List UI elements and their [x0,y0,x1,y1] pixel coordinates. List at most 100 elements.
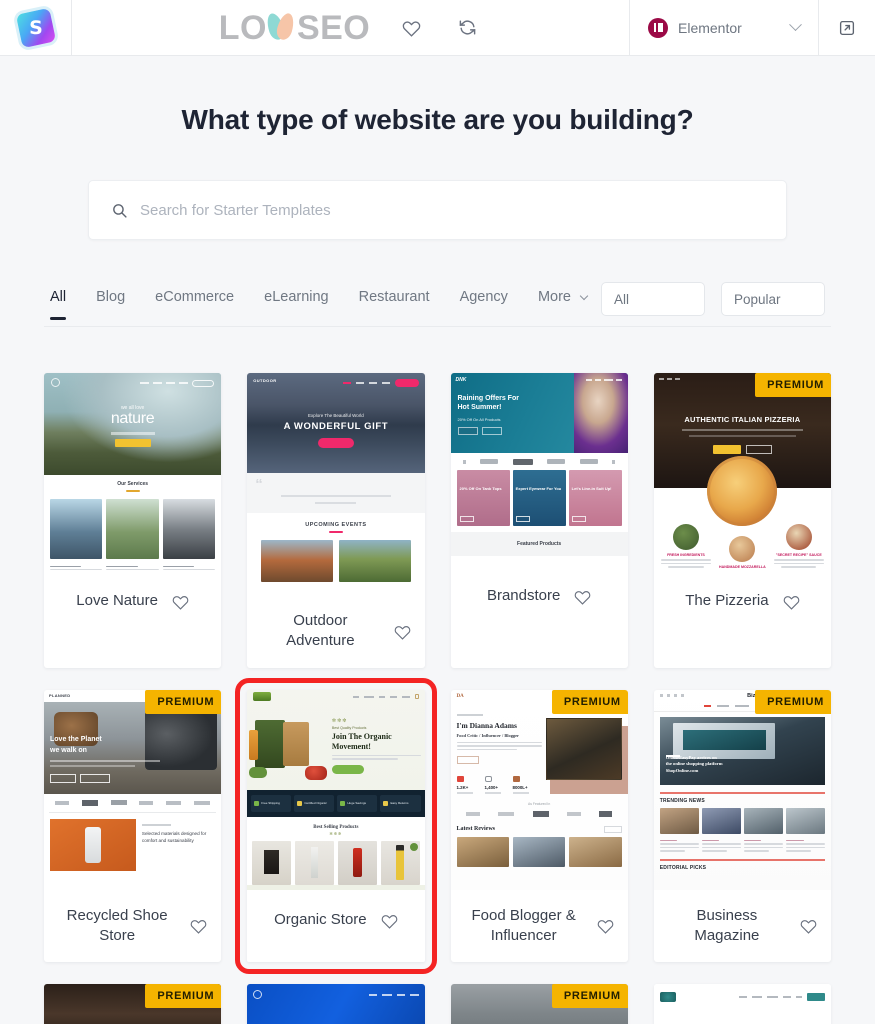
template-card-footer: Food Blogger & Influencer [451,890,628,963]
thumb-text: Best Selling Products [313,824,359,830]
app-logo-letter: S [28,16,43,38]
page-title: What type of website are you building? [181,104,694,135]
template-thumbnail: DA I'm Dianna Adams Food Critic / Influe… [450,689,628,890]
favorite-heart-icon[interactable] [597,917,614,934]
category-select-value: All [614,291,630,307]
chevron-down-icon [579,291,589,301]
filter-bar: All Blog eCommerce eLearning Restaurant … [44,282,831,327]
search-wrapper [88,180,787,240]
thumb-text: AUTHENTIC ITALIAN PIZZERIA [684,415,801,424]
thumb-text: EDITORIAL PICKS [659,864,707,871]
thumb-text: OUTDOOR [253,378,277,383]
thumb-text: Join The Organic [331,731,392,741]
favorite-heart-icon[interactable] [190,917,207,934]
thumb-text: Hot Summer! [457,403,502,411]
template-thumbnail: OUTDOOR Explore The Beautiful World A WO… [247,373,425,595]
favorite-heart-icon[interactable] [394,623,411,640]
thumb-text: ShopOnline.com [665,767,699,773]
search-input[interactable] [140,201,764,219]
thumb-text: we walk on [50,746,87,754]
thumb-text: Selected materials designed for comfort … [141,830,207,843]
thumb-text: Latest Reviews [456,826,496,832]
template-title: Brandstore [486,586,561,604]
app-logo-cell[interactable]: S [0,0,72,55]
search-box[interactable] [88,180,787,240]
thumb-text: Raining Offers For [457,395,519,402]
template-thumbnail: BizTeO [653,689,831,890]
thumb-text: we all love [120,404,145,411]
starter-templates-logo-icon: S [15,7,56,48]
category-tabs: All Blog eCommerce eLearning Restaurant … [50,289,589,320]
thumb-text: Expert Eyewear For You [515,486,562,491]
thumb-text: Featured Products [517,541,562,547]
thumb-text: HANDMADE MOZZARELLA [719,565,766,569]
favorite-heart-icon[interactable] [172,593,189,610]
template-card[interactable]: OUTDOOR Explore The Beautiful World A WO… [247,373,425,668]
brand-cell: LO SEO [72,0,629,55]
template-card[interactable]: we all love nature Our Services Love Nat… [44,373,222,668]
page-builder-label: Elementor [678,19,742,36]
template-title: Love Nature [76,591,158,609]
exit-button[interactable] [819,0,875,55]
premium-badge: PREMIUM [551,984,628,1008]
template-thumbnail [247,984,425,1024]
filter-selects: All Popular [601,282,825,326]
loyseo-petal-icon [264,10,297,45]
tab-elearning-label: eLearning [264,289,329,305]
tab-agency[interactable]: Agency [460,289,508,305]
template-grid-partial: PREMIUM PREMIUM [44,984,831,1024]
template-title: Business Magazine [694,906,760,944]
template-card[interactable]: PREMIUM BizTeO [653,689,831,963]
tab-blog[interactable]: Blog [96,289,125,305]
heart-icon[interactable] [396,13,426,43]
template-card[interactable] [247,984,425,1024]
template-card[interactable]: DNK Raining Offers For Hot Summer! 20% O… [450,373,628,668]
tab-elearning[interactable]: eLearning [264,289,329,305]
tab-agency-label: Agency [459,289,508,305]
page-builder-selector[interactable]: Elementor [629,0,819,55]
template-card[interactable] [653,984,831,1024]
template-card-footer: Outdoor Adventure [247,595,424,668]
thumb-text: Love the Planet [50,735,102,743]
template-card-selected[interactable]: ✼✼✼ Best Quality Products Join The Organ… [235,677,437,974]
thumb-text: Huge Savings [347,800,367,805]
premium-badge: PREMIUM [755,373,831,397]
thumb-text: 1,400+ [484,784,499,790]
thumb-text: Let's Line-in Suit Up! [571,486,612,491]
thumb-text: OnlineEasyPay arrives on [665,754,717,760]
search-icon [113,203,127,218]
template-thumbnail: ✼✼✼ Best Quality Products Join The Organ… [247,689,425,890]
tab-restaurant[interactable]: Restaurant [359,289,430,305]
category-select[interactable]: All [601,282,705,316]
template-card-footer: Business Magazine [654,890,831,963]
template-thumbnail: AUTHENTIC ITALIAN PIZZERIA FRESH INGREDI… [653,373,831,570]
template-card-footer: The Pizzeria [654,570,831,632]
thumb-text: 1.2K+ [456,784,469,790]
thumb-text: Free Shipping [261,800,280,805]
thumb-text: Our Services [117,480,149,487]
favorite-heart-icon[interactable] [783,593,800,610]
template-card-footer: Brandstore [451,565,628,627]
tab-all[interactable]: All [50,289,67,320]
favorite-heart-icon[interactable] [800,917,817,934]
favorite-heart-icon[interactable] [574,588,591,605]
template-card[interactable]: PREMIUM DA I'm Dianna Adams Food Critic … [450,689,628,963]
refresh-icon[interactable] [452,13,482,43]
top-header-bar: S LO SEO Elementor [0,0,875,56]
thumb-text: "SECRET RECIPE" SAUCE [775,553,822,557]
thumb-text: Explore The Beautiful World [307,413,364,418]
tab-ecommerce[interactable]: eCommerce [155,289,234,305]
template-thumbnail: we all love nature Our Services [44,373,222,570]
thumb-text: 20% Off On All Products [457,416,501,422]
template-title: Organic Store [274,911,367,929]
loyseo-text-part1: LO [218,8,267,47]
template-card[interactable]: PREMIUM AUTHENTIC ITALIAN PIZZERIA FRESH… [653,373,831,668]
template-card[interactable]: PREMIUM [44,984,222,1024]
template-card[interactable]: PREMIUM [450,984,628,1024]
tab-more[interactable]: More [538,289,589,305]
sort-select[interactable]: Popular [721,282,825,316]
favorite-heart-icon[interactable] [381,912,398,929]
elementor-icon [648,17,668,38]
template-card[interactable]: PREMIUM PLANNED Love the Planet we walk … [44,689,222,962]
thumb-text: DNK [455,377,467,383]
